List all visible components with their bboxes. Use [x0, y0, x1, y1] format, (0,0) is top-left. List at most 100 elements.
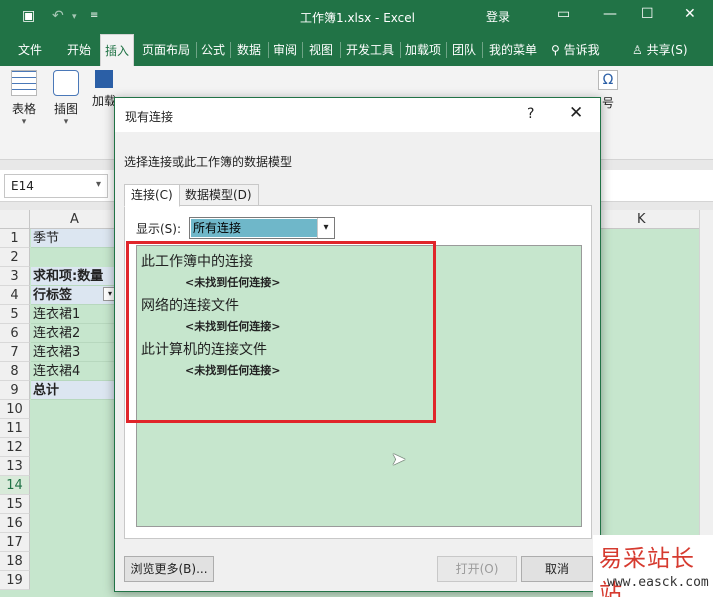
select-all-corner[interactable] — [0, 210, 30, 229]
person-icon: ♙ — [632, 43, 643, 57]
row-header[interactable]: 9 — [0, 381, 30, 400]
save-icon[interactable]: ▣ — [22, 8, 35, 24]
name-box-value: E14 — [11, 179, 34, 193]
row-header[interactable]: 11 — [0, 419, 30, 438]
chevron-down-icon: ▾ — [21, 117, 27, 127]
show-label: 显示(S): — [136, 222, 182, 236]
row-header[interactable]: 17 — [0, 533, 30, 552]
watermark-url: www.easck.com — [607, 575, 709, 590]
tab-home[interactable]: 开始 — [58, 34, 100, 66]
row-header[interactable]: 19 — [0, 571, 30, 590]
chevron-down-icon: ▾ — [95, 179, 101, 190]
tab-addins[interactable]: 加载项 — [402, 34, 444, 66]
cell-a9[interactable]: 总计 — [31, 381, 119, 400]
section-heading: 此计算机的连接文件 — [141, 342, 267, 358]
cell-a8[interactable]: 连衣裙4 — [31, 362, 119, 381]
row-header[interactable]: 16 — [0, 514, 30, 533]
table-icon — [11, 70, 37, 96]
undo-dropdown-icon[interactable]: ▾ — [72, 12, 77, 22]
row-header[interactable]: 15 — [0, 495, 30, 514]
row-header[interactable]: 12 — [0, 438, 30, 457]
store-icon — [95, 70, 113, 88]
close-icon[interactable]: ✕ — [569, 103, 583, 123]
login-link[interactable]: 登录 — [486, 8, 510, 25]
share-label: 共享(S) — [646, 43, 688, 57]
row-header[interactable]: 5 — [0, 305, 30, 324]
connections-list[interactable]: 此工作簿中的连接 <未找到任何连接> 网络的连接文件 <未找到任何连接> 此计算… — [136, 245, 582, 527]
help-button[interactable]: ? — [527, 106, 534, 122]
tab-view[interactable]: 视图 — [304, 34, 338, 66]
minimize-icon[interactable]: — — [603, 6, 617, 22]
customize-qat-icon[interactable]: ≡ — [90, 10, 98, 21]
row-header[interactable]: 3 — [0, 267, 30, 286]
tell-me-label: 告诉我 — [563, 43, 600, 57]
section-heading: 此工作簿中的连接 — [141, 254, 253, 270]
column-header-a[interactable]: A — [70, 212, 79, 227]
dialog-instruction: 选择连接或此工作簿的数据模型 — [124, 155, 293, 169]
chevron-down-icon: ▾ — [63, 117, 69, 127]
row-header[interactable]: 13 — [0, 457, 30, 476]
open-button[interactable]: 打开(O) — [437, 556, 517, 582]
tab-data-model[interactable]: 数据模型(D) — [178, 184, 259, 206]
window-title: 工作簿1.xlsx - Excel — [300, 11, 415, 25]
name-box[interactable]: E14 ▾ — [4, 174, 108, 198]
cell-a5[interactable]: 连衣裙1 — [31, 305, 119, 324]
tab-my-menu[interactable]: 我的菜单 — [484, 34, 542, 66]
chevron-down-icon[interactable]: ▾ — [317, 218, 334, 238]
tables-group[interactable]: 表格 ▾ — [6, 70, 42, 127]
empty-note: <未找到任何连接> — [185, 276, 281, 289]
tab-developer[interactable]: 开发工具 — [342, 34, 398, 66]
share-button[interactable]: ♙ 共享(S) — [632, 34, 696, 66]
row-header[interactable]: 18 — [0, 552, 30, 571]
cell-a1[interactable]: 季节 — [31, 229, 119, 248]
tab-insert[interactable]: 插入 — [100, 34, 134, 66]
row-header[interactable]: 10 — [0, 400, 30, 419]
addins-group[interactable]: 加载 — [92, 70, 116, 109]
illustrations-label: 插图 — [53, 102, 78, 116]
show-dropdown[interactable]: 所有连接 ▾ — [189, 217, 335, 239]
watermark: 易采站长站 www.easck.com — [593, 535, 713, 597]
row-header[interactable]: 2 — [0, 248, 30, 267]
row-header[interactable]: 8 — [0, 362, 30, 381]
ribbon-options-icon[interactable]: ▭ — [557, 6, 570, 22]
addins-label: 加载 — [92, 94, 117, 108]
empty-note: <未找到任何连接> — [185, 320, 281, 333]
row-header[interactable]: 7 — [0, 343, 30, 362]
omega-icon: Ω — [598, 70, 618, 90]
undo-icon[interactable]: ↶ — [52, 8, 64, 24]
cell-a6[interactable]: 连衣裙2 — [31, 324, 119, 343]
symbols-label: 号 — [601, 96, 614, 110]
existing-connections-dialog: 现有连接 ? ✕ 选择连接或此工作簿的数据模型 连接(C) 数据模型(D) 显示… — [114, 97, 601, 592]
title-bar: ▣ ↶ ▾ ≡ 工作簿1.xlsx - Excel 登录 ▭ — ☐ ✕ — [0, 0, 713, 34]
tell-me-box[interactable]: ⚲ 告诉我 — [551, 34, 613, 66]
tab-formulas[interactable]: 公式 — [198, 34, 228, 66]
cell-a7[interactable]: 连衣裙3 — [31, 343, 119, 362]
illustrations-group[interactable]: 插图 ▾ — [48, 70, 84, 127]
search-icon: ⚲ — [551, 43, 560, 57]
tab-data[interactable]: 数据 — [232, 34, 266, 66]
maximize-icon[interactable]: ☐ — [641, 6, 654, 22]
tables-label: 表格 — [11, 102, 36, 116]
tab-file[interactable]: 文件 — [8, 34, 52, 66]
cell-a3[interactable]: 求和项:数量 — [31, 267, 119, 286]
section-heading: 网络的连接文件 — [141, 298, 239, 314]
mouse-pointer-icon: ➤ — [391, 449, 407, 470]
tab-connections[interactable]: 连接(C) — [124, 184, 180, 207]
ribbon-tabs: 文件 开始 插入 页面布局 公式 数据 审阅 视图 开发工具 加载项 团队 我的… — [0, 34, 713, 66]
dialog-title-bar[interactable]: 现有连接 ? ✕ — [115, 98, 600, 132]
row-header-selected[interactable]: 14 — [0, 476, 30, 495]
show-dropdown-value: 所有连接 — [191, 219, 317, 237]
cancel-button[interactable]: 取消 — [521, 556, 593, 582]
row-header[interactable]: 1 — [0, 229, 30, 248]
browse-more-button[interactable]: 浏览更多(B)... — [124, 556, 214, 582]
tab-review[interactable]: 审阅 — [270, 34, 300, 66]
symbols-group[interactable]: Ω 号 — [598, 70, 618, 111]
row-header[interactable]: 6 — [0, 324, 30, 343]
shapes-icon — [53, 70, 79, 96]
close-window-icon[interactable]: ✕ — [684, 6, 696, 22]
tab-team[interactable]: 团队 — [448, 34, 480, 66]
tab-page-layout[interactable]: 页面布局 — [137, 34, 195, 66]
dialog-title: 现有连接 — [125, 110, 174, 124]
column-header-k[interactable]: K — [637, 212, 646, 227]
row-header[interactable]: 4 — [0, 286, 30, 305]
